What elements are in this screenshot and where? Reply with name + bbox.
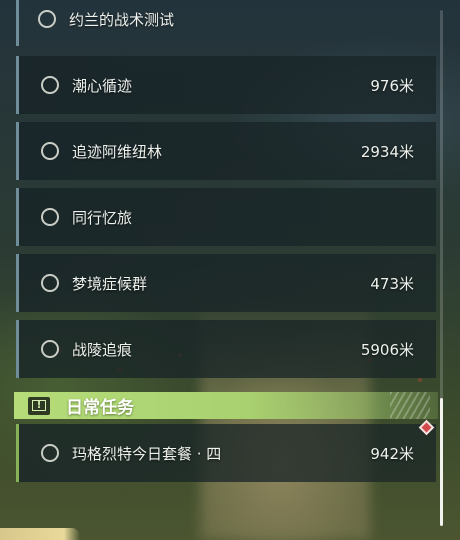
quest-distance: 2934米 [360, 142, 414, 161]
circle-outline-icon [41, 208, 59, 226]
circle-outline-icon [41, 142, 59, 160]
quest-distance: 976米 [370, 76, 414, 95]
exclamation-board-icon: ! [28, 396, 50, 415]
circle-outline-icon [38, 10, 56, 28]
quest-distance: 473米 [370, 274, 414, 293]
quest-item[interactable]: 追迹阿维纽林 2934米 [16, 122, 436, 180]
quest-item-partial[interactable]: 约兰的战术测试 [16, 0, 436, 48]
quest-name: 战陵追痕 [72, 340, 133, 359]
circle-outline-icon [41, 76, 59, 94]
quest-item[interactable]: 战陵追痕 5906米 [16, 320, 436, 378]
daily-quest-item[interactable]: 玛格烈特今日套餐 · 四 942米 [16, 424, 436, 482]
quest-name: 玛格烈特今日套餐 · 四 [72, 444, 222, 463]
quest-name: 潮心循迹 [72, 76, 133, 95]
circle-outline-icon [41, 274, 59, 292]
circle-outline-icon [41, 340, 59, 358]
section-title: 日常任务 [66, 398, 134, 418]
quest-distance: 5906米 [360, 340, 414, 359]
quest-list: 约兰的战术测试 潮心循迹 976米 追迹阿维纽林 2934米 同行忆旅 梦境症候… [0, 0, 460, 540]
scrollbar-thumb[interactable] [440, 398, 443, 526]
quest-item[interactable]: 梦境症候群 473米 [16, 254, 436, 312]
quest-item[interactable]: 潮心循迹 976米 [16, 56, 436, 114]
quest-name: 同行忆旅 [72, 208, 133, 227]
quest-item[interactable]: 同行忆旅 [16, 188, 436, 246]
circle-outline-icon [41, 444, 59, 462]
header-decoration [390, 392, 430, 419]
bottom-panel-edge [0, 528, 80, 540]
quest-name: 追迹阿维纽林 [72, 142, 163, 161]
daily-quest-section-header[interactable]: ! 日常任务 [14, 392, 438, 419]
quest-name: 梦境症候群 [72, 274, 148, 293]
quest-accent-bar [16, 0, 19, 46]
quest-name: 约兰的战术测试 [69, 10, 175, 29]
quest-distance: 942米 [370, 444, 414, 463]
